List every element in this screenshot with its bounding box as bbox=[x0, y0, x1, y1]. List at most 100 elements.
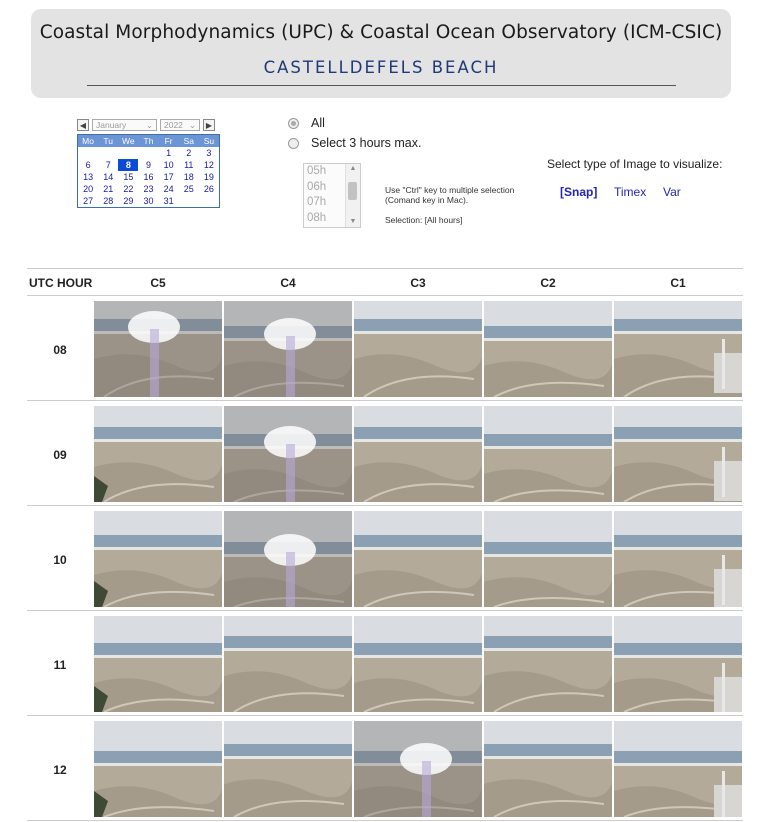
calendar-week: 13 14 15 16 17 18 19 bbox=[78, 171, 219, 183]
calendar-week: 27 28 29 30 31 bbox=[78, 195, 219, 207]
camera-thumbnail[interactable] bbox=[354, 616, 482, 712]
hours-listbox[interactable]: 05h 06h 07h 08h ▲ ▼ bbox=[303, 163, 361, 228]
calendar-day[interactable]: 6 bbox=[78, 159, 98, 171]
calendar-week: 123 bbox=[78, 147, 219, 159]
camera-thumbnail[interactable] bbox=[614, 511, 742, 607]
year-select[interactable]: 2022 ⌄ bbox=[160, 119, 200, 131]
weekday-label: Tu bbox=[103, 136, 114, 146]
column-header-c3: C3 bbox=[410, 276, 426, 290]
weekday-label: Fr bbox=[164, 136, 173, 146]
weekday-header: Mo Tu We Th Fr Sa Su bbox=[78, 135, 219, 147]
radio-select-label: Select 3 hours max. bbox=[311, 136, 422, 150]
image-type-label: Select type of Image to visualize: bbox=[547, 157, 723, 171]
radio-select-hours[interactable]: Select 3 hours max. bbox=[288, 136, 421, 150]
year-select-value: 2022 bbox=[164, 120, 183, 130]
page-title: Coastal Morphodynamics (UPC) & Coastal O… bbox=[39, 22, 723, 43]
calendar-day[interactable]: 14 bbox=[98, 171, 118, 183]
camera-thumbnail[interactable] bbox=[354, 406, 482, 502]
camera-thumbnail[interactable] bbox=[224, 616, 352, 712]
camera-thumbnail[interactable] bbox=[614, 406, 742, 502]
calendar-day[interactable]: 11 bbox=[179, 159, 199, 171]
calendar-day[interactable]: 27 bbox=[78, 195, 98, 207]
camera-thumbnail[interactable] bbox=[224, 406, 352, 502]
snap-link[interactable]: [Snap] bbox=[560, 185, 597, 199]
calendar-day[interactable]: 30 bbox=[138, 195, 158, 207]
next-month-button[interactable]: ▶ bbox=[203, 119, 215, 131]
weekday-label: Th bbox=[143, 136, 154, 146]
radio-all-control[interactable] bbox=[288, 117, 299, 129]
weekday-label: Mo bbox=[82, 136, 94, 146]
camera-thumbnail[interactable] bbox=[484, 721, 612, 817]
camera-thumbnail[interactable] bbox=[354, 721, 482, 817]
camera-thumbnail[interactable] bbox=[614, 301, 742, 397]
hours-scrollbar[interactable]: ▲ ▼ bbox=[345, 164, 360, 227]
camera-thumbnail[interactable] bbox=[484, 406, 612, 502]
calendar-day[interactable]: 29 bbox=[118, 195, 138, 207]
table-header-border bbox=[27, 295, 743, 296]
row-divider bbox=[27, 610, 743, 611]
multi-select-hint: Use "Ctrl" key to multiple selection (Co… bbox=[385, 185, 515, 205]
camera-thumbnail[interactable] bbox=[484, 616, 612, 712]
calendar-day[interactable]: 22 bbox=[118, 183, 138, 195]
calendar-day bbox=[179, 195, 199, 207]
calendar-day[interactable]: 7 bbox=[98, 159, 118, 171]
var-link[interactable]: Var bbox=[663, 185, 681, 199]
calendar-day[interactable]: 8 bbox=[118, 159, 139, 171]
camera-thumbnail[interactable] bbox=[614, 616, 742, 712]
row-divider bbox=[27, 400, 743, 401]
calendar-day[interactable]: 21 bbox=[98, 183, 118, 195]
scroll-thumb[interactable] bbox=[348, 182, 357, 200]
row-hour-label: 12 bbox=[53, 763, 67, 777]
camera-thumbnail[interactable] bbox=[354, 301, 482, 397]
calendar-day[interactable]: 20 bbox=[78, 183, 98, 195]
calendar-day[interactable]: 15 bbox=[118, 171, 138, 183]
scroll-up-icon[interactable]: ▲ bbox=[346, 164, 360, 174]
calendar-day[interactable]: 18 bbox=[179, 171, 199, 183]
calendar-day[interactable]: 24 bbox=[159, 183, 179, 195]
row-divider bbox=[27, 715, 743, 716]
calendar-day[interactable]: 13 bbox=[78, 171, 98, 183]
camera-thumbnail[interactable] bbox=[94, 511, 222, 607]
page-header: Coastal Morphodynamics (UPC) & Coastal O… bbox=[31, 9, 731, 98]
calendar-day bbox=[118, 147, 138, 159]
calendar-day[interactable]: 12 bbox=[199, 159, 219, 171]
calendar-day[interactable]: 31 bbox=[159, 195, 179, 207]
camera-thumbnail[interactable] bbox=[224, 301, 352, 397]
camera-thumbnail[interactable] bbox=[94, 406, 222, 502]
calendar-day bbox=[199, 195, 219, 207]
scroll-down-icon[interactable]: ▼ bbox=[346, 217, 360, 227]
timex-link[interactable]: Timex bbox=[614, 185, 646, 199]
camera-thumbnail[interactable] bbox=[224, 721, 352, 817]
chevron-down-icon: ⌄ bbox=[188, 119, 196, 130]
radio-all[interactable]: All bbox=[288, 116, 325, 130]
camera-thumbnail[interactable] bbox=[614, 721, 742, 817]
column-header-c4: C4 bbox=[280, 276, 296, 290]
prev-month-button[interactable]: ◀ bbox=[77, 119, 89, 131]
calendar-day[interactable]: 28 bbox=[98, 195, 118, 207]
row-hour-label: 10 bbox=[53, 553, 67, 567]
calendar-day[interactable]: 10 bbox=[159, 159, 179, 171]
row-divider bbox=[27, 820, 743, 821]
calendar-day[interactable]: 1 bbox=[159, 147, 179, 159]
camera-thumbnail[interactable] bbox=[224, 511, 352, 607]
camera-thumbnail[interactable] bbox=[94, 616, 222, 712]
camera-thumbnail[interactable] bbox=[484, 301, 612, 397]
calendar-day[interactable]: 19 bbox=[199, 171, 219, 183]
calendar-day[interactable]: 25 bbox=[179, 183, 199, 195]
month-select[interactable]: January ⌄ bbox=[92, 119, 157, 131]
radio-select-control[interactable] bbox=[288, 137, 299, 149]
camera-thumbnail[interactable] bbox=[484, 511, 612, 607]
camera-thumbnail[interactable] bbox=[354, 511, 482, 607]
calendar-day[interactable]: 2 bbox=[179, 147, 199, 159]
calendar-day[interactable]: 23 bbox=[138, 183, 158, 195]
header-divider bbox=[87, 85, 676, 86]
calendar-day[interactable]: 3 bbox=[199, 147, 219, 159]
month-select-value: January bbox=[96, 120, 127, 130]
calendar-day[interactable]: 9 bbox=[138, 159, 158, 171]
calendar-day[interactable]: 16 bbox=[138, 171, 158, 183]
camera-thumbnail[interactable] bbox=[94, 721, 222, 817]
camera-thumbnail[interactable] bbox=[94, 301, 222, 397]
calendar-day[interactable]: 26 bbox=[199, 183, 219, 195]
radio-all-label: All bbox=[311, 116, 325, 130]
calendar-day[interactable]: 17 bbox=[159, 171, 179, 183]
